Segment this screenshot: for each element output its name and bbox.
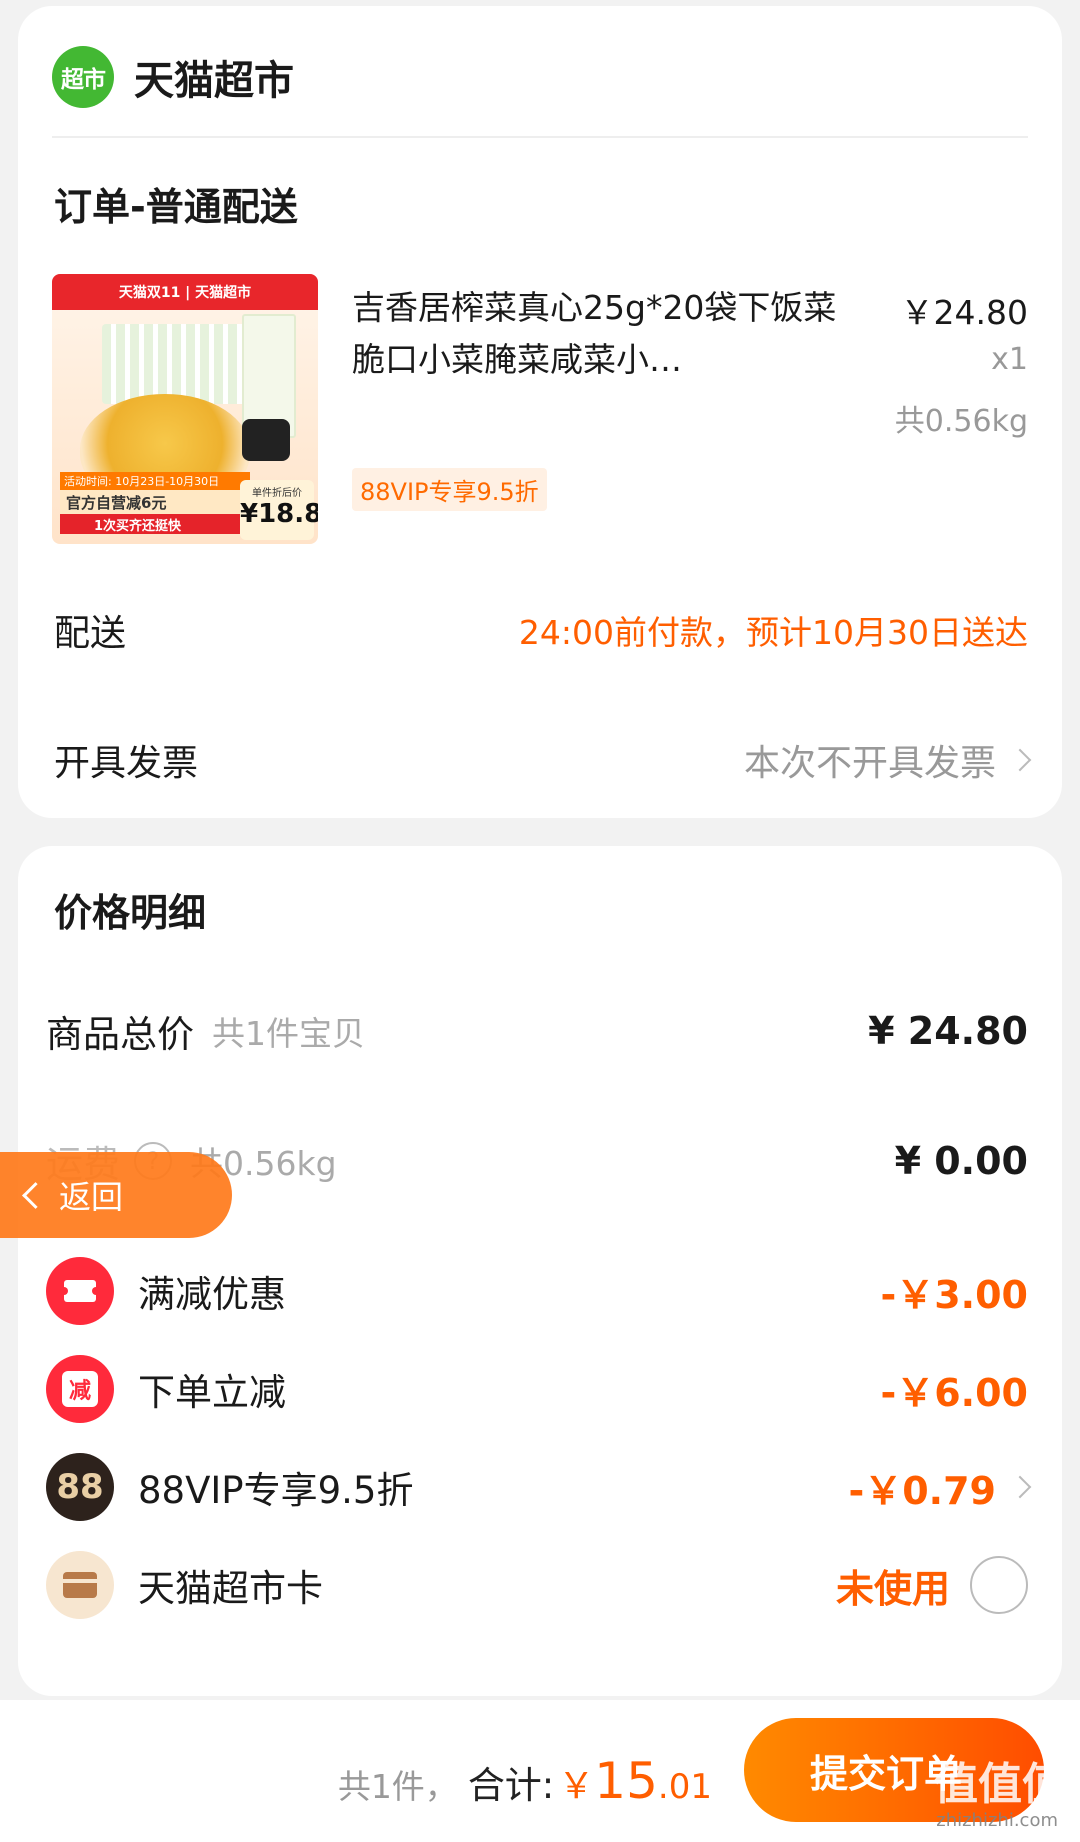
image-price-value: ¥18.8 — [240, 499, 318, 529]
discount-amount: -￥3.00 — [880, 1272, 1028, 1317]
instant-discount-amount: -￥6.00 — [880, 1370, 1028, 1415]
supermarket-card-label: 天猫超市卡 — [138, 1567, 323, 1610]
invoice-value: 本次不开具发票 — [743, 743, 996, 784]
card-icon — [46, 1551, 114, 1619]
product-price: ￥24.80 — [900, 293, 1028, 332]
vip-discount-label: 88VIP专享9.5折 — [138, 1469, 414, 1512]
watermark-sub: zhizhizhi.com — [936, 1810, 1058, 1831]
store-header[interactable]: 超市 天猫超市 — [52, 42, 294, 112]
goods-total-label: 商品总价 — [46, 1013, 194, 1056]
product-promo-strip: 活动时间: 10月23日-10月30日 官方自营减6元 1次买齐还挺快 — [60, 472, 250, 538]
invoice-label: 开具发票 — [54, 743, 199, 784]
vip88-icon: 88 — [46, 1453, 114, 1521]
vip-discount-row[interactable]: 88 88VIP专享9.5折 -￥0.79 — [46, 1452, 1032, 1522]
product-image-banner: 天猫双11 | 天猫超市 — [52, 274, 318, 310]
chevron-right-icon — [1008, 1475, 1032, 1499]
discount-row[interactable]: 满减优惠 -￥3.00 — [46, 1256, 1028, 1326]
promo-dates: 活动时间: 10月23日-10月30日 — [60, 472, 250, 490]
shipping-amount: ¥ 0.00 — [894, 1139, 1028, 1183]
discount-label: 满减优惠 — [138, 1273, 286, 1316]
total-currency: ￥ — [558, 1766, 595, 1807]
item-count: 共1件， — [337, 1767, 458, 1806]
product-quantity: x1 — [991, 342, 1028, 377]
instant-discount-icon: 减 — [46, 1355, 114, 1423]
bottom-bar: 共1件， 合计: ￥ 15 .01 提交订单 — [0, 1700, 1080, 1842]
divider — [52, 136, 1028, 138]
price-detail-title: 价格明细 — [54, 891, 207, 935]
vip-discount-amount: -￥0.79 — [848, 1468, 996, 1513]
product-image[interactable]: 天猫双11 | 天猫超市 活动时间: 10月23日-10月30日 官方自营减6元… — [52, 274, 318, 544]
chevron-left-icon — [22, 1181, 49, 1209]
promo-sub: 1次买齐还挺快 — [60, 514, 250, 534]
product-title[interactable]: 吉香居榨菜真心25g*20袋下饭菜脆口小菜腌菜咸菜小… — [352, 282, 852, 386]
delivery-value: 24:00前付款，预计10月30日送达 — [518, 613, 1028, 652]
price-detail-card: 价格明细 商品总价 共1件宝贝 ¥ 24.80 运费 ? 共0.56kg ¥ 0… — [18, 846, 1062, 1696]
instant-discount-icon-text: 减 — [62, 1371, 98, 1407]
coupon-icon — [46, 1257, 114, 1325]
store-logo: 超市 — [52, 46, 114, 108]
back-button-label: 返回 — [59, 1178, 124, 1216]
vip-discount-tag: 88VIP专享9.5折 — [352, 468, 547, 511]
total-integer: 15 — [594, 1752, 658, 1810]
invoice-value-wrap: 本次不开具发票 — [743, 734, 1032, 786]
store-name: 天猫超市 — [134, 58, 294, 104]
goods-total-amount: ¥ 24.80 — [868, 1009, 1028, 1053]
supermarket-card-row[interactable]: 天猫超市卡 未使用 — [46, 1550, 1028, 1620]
tmall-cat-graphic — [242, 419, 290, 461]
chevron-right-icon — [1008, 748, 1032, 772]
delivery-label: 配送 — [54, 613, 127, 654]
goods-total-row: 商品总价 共1件宝贝 ¥ 24.80 — [46, 996, 1028, 1066]
invoice-row[interactable]: 开具发票 本次不开具发票 — [54, 730, 1032, 790]
card-radio[interactable] — [970, 1556, 1028, 1614]
back-button[interactable]: 返回 — [0, 1152, 232, 1238]
order-section-title: 订单-普通配送 — [54, 185, 298, 229]
product-image-price: 单件折后价 ¥18.8 — [240, 480, 318, 540]
total-decimal: .01 — [657, 1767, 712, 1807]
order-summary: 共1件， 合计: ￥ 15 .01 — [338, 1752, 712, 1810]
card-status: 未使用 — [835, 1566, 950, 1611]
product-weight: 共0.56kg — [894, 404, 1028, 439]
delivery-row: 配送 24:00前付款，预计10月30日送达 — [54, 600, 1028, 660]
order-card: 超市 天猫超市 订单-普通配送 天猫双11 | 天猫超市 活动时间: 10月23… — [18, 6, 1062, 818]
product-packets-graphic — [102, 324, 252, 404]
image-price-label: 单件折后价 — [252, 488, 302, 499]
promo-main: 官方自营减6元 — [60, 490, 250, 514]
watermark: 值值值 — [934, 1759, 1066, 1810]
goods-total-sub: 共1件宝贝 — [212, 1014, 365, 1053]
vip-discount-amount-wrap: -￥0.79 — [848, 1460, 1032, 1515]
card-status-wrap: 未使用 — [836, 1556, 1028, 1614]
instant-discount-label: 下单立减 — [138, 1371, 286, 1414]
total-label: 合计: — [467, 1764, 555, 1807]
instant-discount-row[interactable]: 减 下单立减 -￥6.00 — [46, 1354, 1028, 1424]
